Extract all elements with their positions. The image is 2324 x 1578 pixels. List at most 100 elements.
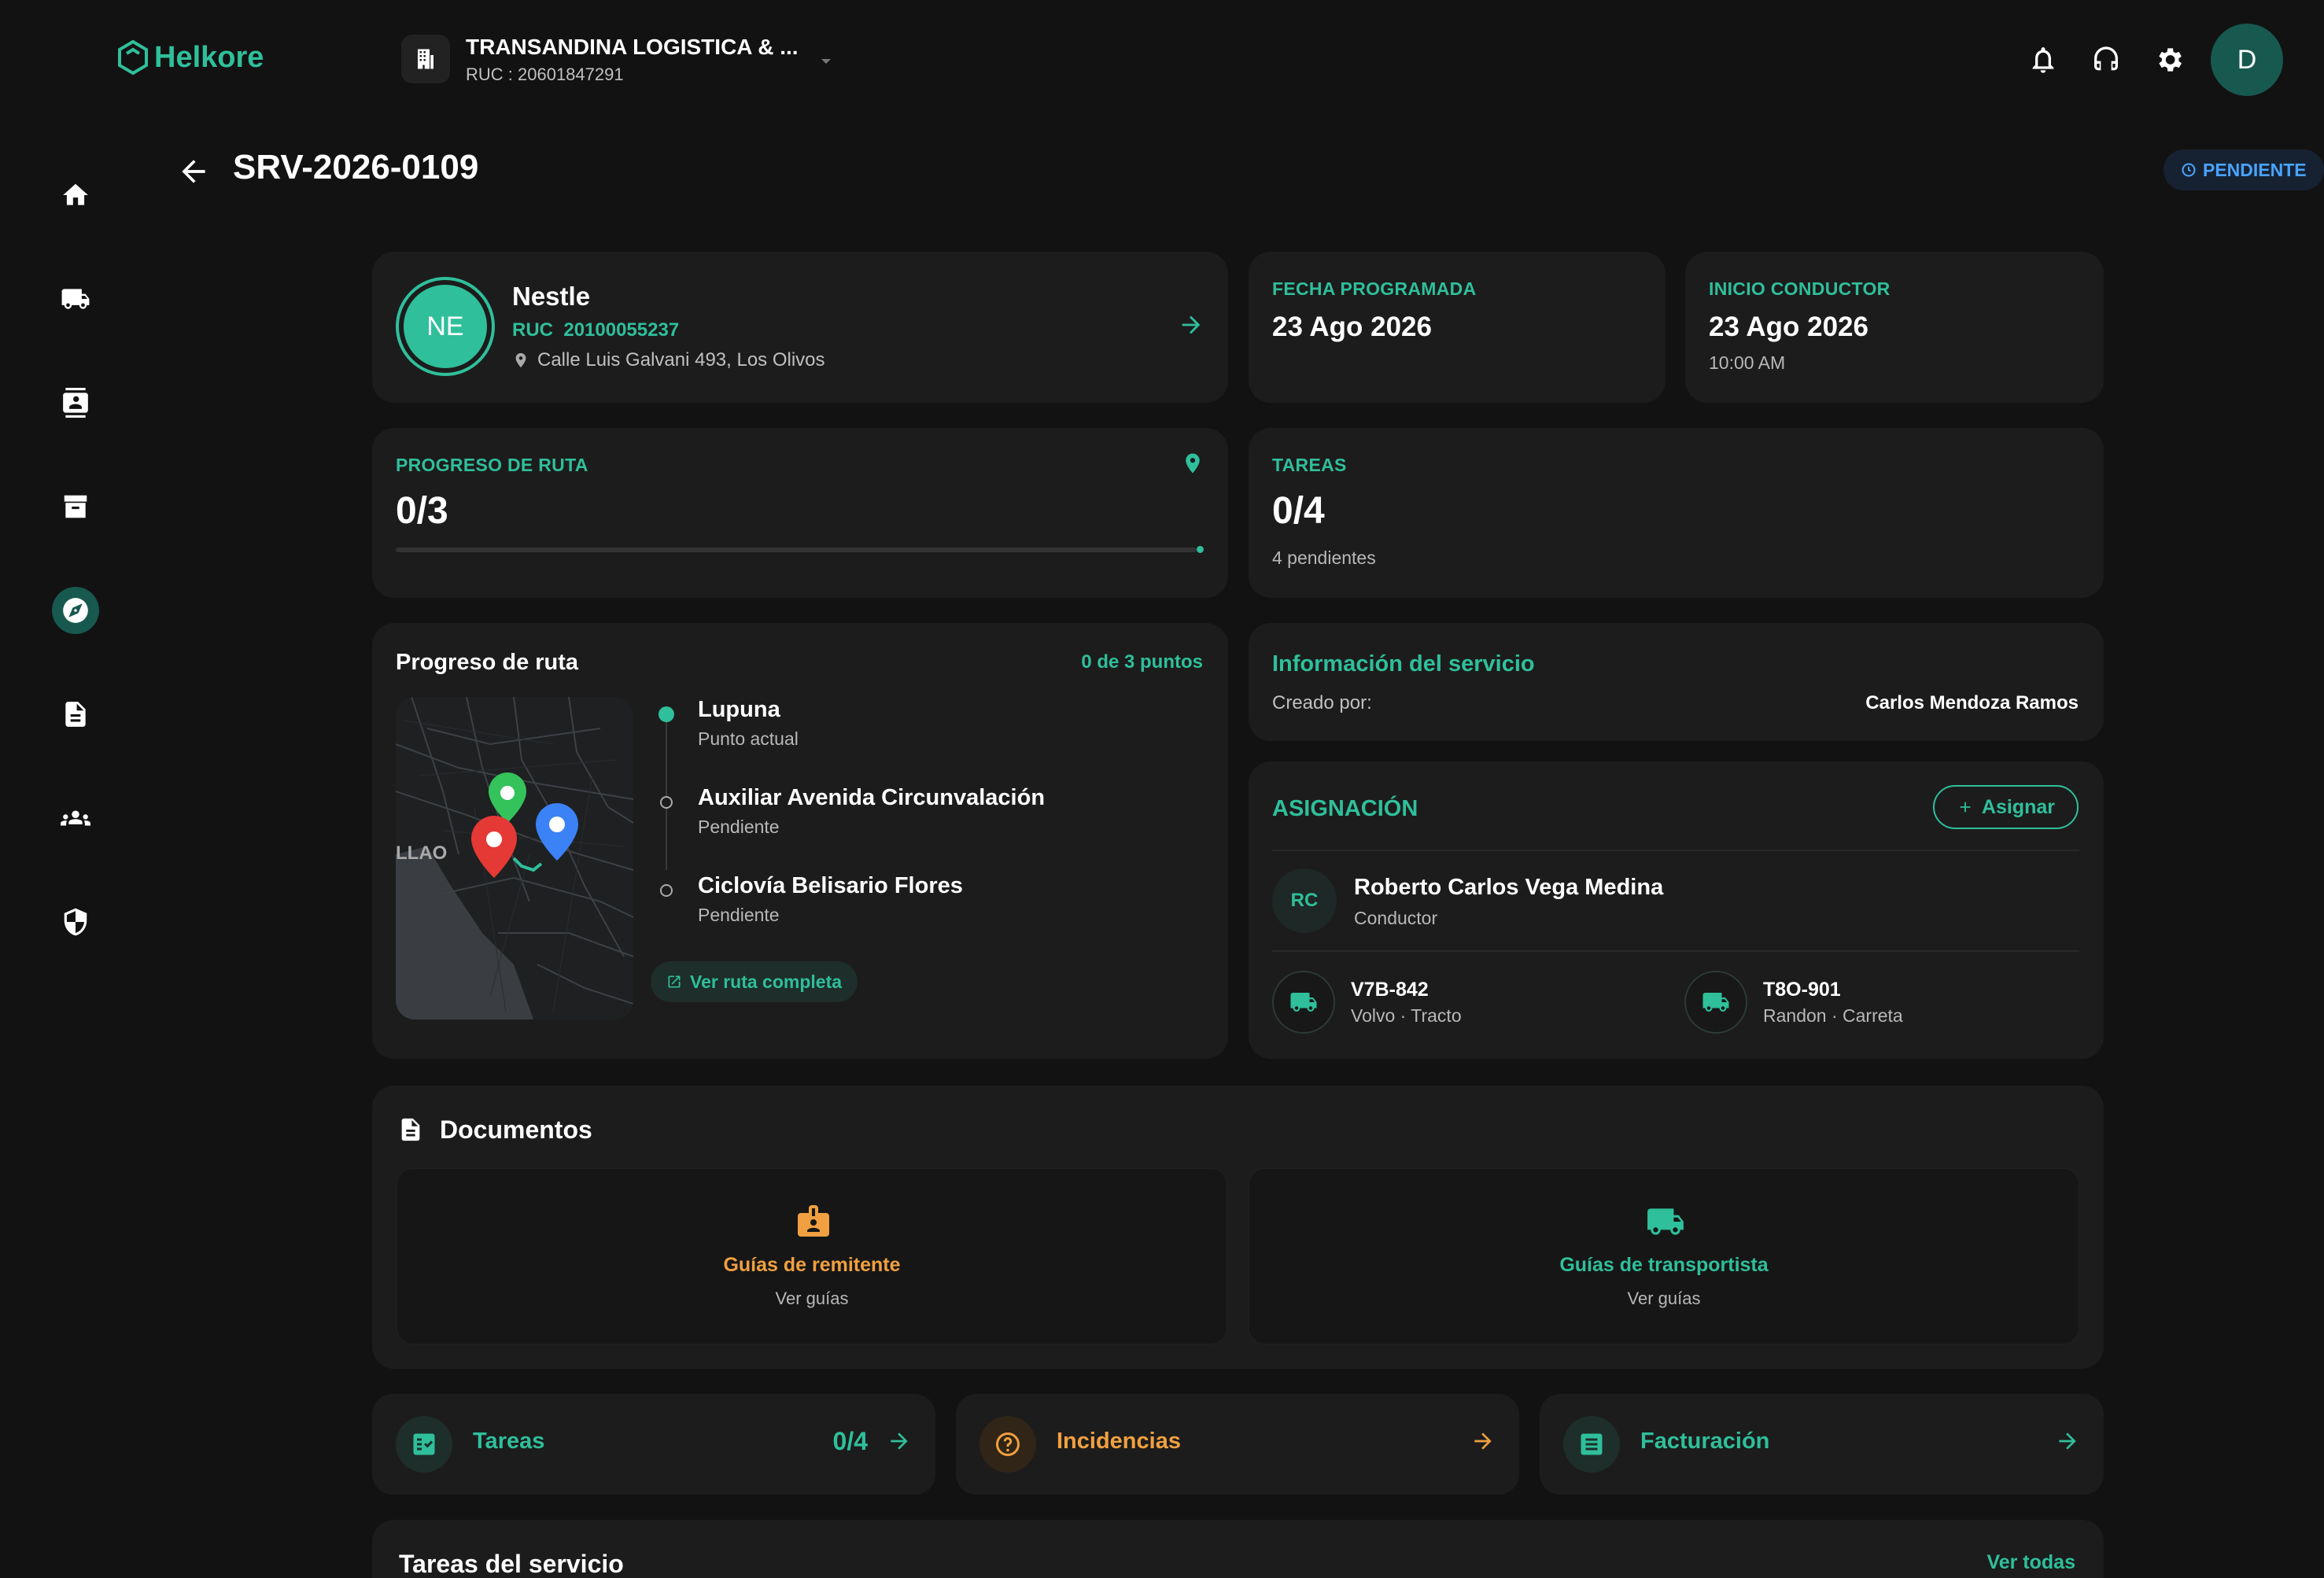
stop-name: Auxiliar Avenida Circunvalación: [698, 785, 1046, 810]
carrier-guides-card[interactable]: Guías de transportista Ver guías: [1248, 1167, 2080, 1345]
hexagon-logo-icon: [118, 39, 148, 76]
sender-guides-card[interactable]: Guías de remitente Ver guías: [396, 1167, 1228, 1345]
truck-icon: [61, 289, 90, 309]
view-full-route-button[interactable]: Ver ruta completa: [651, 961, 858, 1002]
company-name: TRANSANDINA LOGISTICA & ...: [466, 35, 799, 59]
quick-link-billing[interactable]: Facturación: [1540, 1394, 2104, 1495]
status-text: PENDIENTE: [2203, 159, 2307, 180]
scheduled-date-card: FECHA PROGRAMADA 23 Ago 2026: [1249, 252, 1666, 403]
stop-name: Lupuna: [698, 697, 780, 722]
documents-title: Documentos: [440, 1115, 592, 1144]
compass-icon: [63, 598, 88, 623]
tasks-summary-card: TAREAS 0/4 4 pendientes: [1249, 428, 2104, 598]
notifications-button[interactable]: [2027, 44, 2059, 79]
divider: [1272, 850, 2079, 851]
quick-link-tasks-label: Tareas: [473, 1429, 545, 1454]
receipt-icon: [1563, 1416, 1620, 1473]
driver-start-card: INICIO CONDUCTOR 23 Ago 2026 10:00 AM: [1685, 252, 2104, 403]
assign-button[interactable]: Asignar: [1932, 785, 2079, 829]
driver-avatar: RC: [1272, 868, 1337, 933]
settings-button[interactable]: [2153, 44, 2185, 79]
vehicle-desc: Randon · Carreta: [1763, 1005, 1903, 1026]
route-progress-bar: [396, 548, 1197, 552]
route-detail-card: Progreso de ruta 0 de 3 puntos LLAO Lupu…: [372, 623, 1228, 1059]
home-icon: [63, 183, 88, 205]
document-icon: [401, 1118, 420, 1141]
assignment-card: ASIGNACIÓN Asignar RC Roberto Carlos Veg…: [1249, 761, 2104, 1059]
quick-link-billing-label: Facturación: [1640, 1429, 1770, 1454]
company-selector[interactable]: TRANSANDINA LOGISTICA & ... RUC : 206018…: [401, 31, 842, 88]
map-pin-icon: [1186, 453, 1200, 474]
sidebar-item-services[interactable]: [52, 587, 99, 634]
service-info-title: Información del servicio: [1272, 651, 1535, 677]
stop-name: Ciclovía Belisario Flores: [698, 873, 963, 898]
gear-icon: [2159, 48, 2182, 72]
status-badge: PENDIENTE: [2164, 149, 2324, 190]
badge-icon: [798, 1205, 829, 1237]
sidebar-item-documents[interactable]: [52, 691, 99, 738]
company-ruc: RUC : 20601847291: [466, 65, 624, 84]
sidebar-item-fleet[interactable]: [52, 275, 99, 323]
stop-status: Pendiente: [698, 817, 780, 837]
tractor-truck-icon: [1272, 971, 1335, 1034]
route-map[interactable]: LLAO: [396, 697, 633, 1019]
route-progress-label: PROGRESO DE RUTA: [396, 455, 588, 475]
trailer-truck-icon: [1684, 971, 1747, 1034]
driver-role: Conductor: [1354, 908, 1438, 928]
quick-link-incidents-label: Incidencias: [1057, 1429, 1181, 1454]
sidebar-item-archive[interactable]: [52, 483, 99, 530]
client-ruc: 20100055237: [563, 319, 680, 341]
driver-start-label: INICIO CONDUCTOR: [1709, 278, 1891, 299]
map-label: LLAO: [396, 842, 447, 864]
client-avatar: NE: [396, 277, 495, 376]
tasks-value: 0/4: [1272, 490, 1325, 532]
scheduled-date: 23 Ago 2026: [1272, 312, 1432, 342]
carrier-guides-title: Guías de transportista: [1559, 1254, 1769, 1276]
sidebar-item-contacts[interactable]: [52, 379, 99, 426]
assignment-title: ASIGNACIÓN: [1272, 796, 1418, 821]
client-ruc-label: RUC: [512, 319, 553, 341]
external-link-icon: [668, 975, 681, 988]
route-title: Progreso de ruta: [396, 650, 579, 675]
arrow-right-icon: [2055, 1429, 2080, 1454]
sidebar-item-home[interactable]: [52, 171, 99, 219]
arrow-right-icon[interactable]: [1178, 312, 1204, 338]
vehicle-plate: V7B-842: [1351, 979, 1429, 1001]
quick-link-incidents[interactable]: Incidencias: [956, 1394, 1519, 1495]
brand-logo[interactable]: Helkore: [116, 39, 264, 76]
sender-guides-title: Guías de remitente: [723, 1254, 901, 1276]
truck-icon: [1647, 1208, 1684, 1235]
plus-icon: [1960, 802, 1971, 813]
quick-link-tasks[interactable]: Tareas 0/4: [372, 1394, 935, 1495]
vehicle-item[interactable]: T8O-901 Randon · Carreta: [1684, 971, 2078, 1037]
page-title: SRV-2026-0109: [233, 148, 479, 186]
scheduled-label: FECHA PROGRAMADA: [1272, 278, 1477, 299]
vehicle-item[interactable]: V7B-842 Volvo · Tracto: [1272, 971, 1666, 1037]
support-button[interactable]: [2090, 44, 2122, 79]
back-button[interactable]: [176, 154, 214, 192]
divider: [1272, 950, 2079, 952]
assign-button-label: Asignar: [1981, 795, 2055, 818]
view-all-link[interactable]: Ver todas: [1986, 1551, 2075, 1574]
stop-marker-pending: [660, 884, 673, 897]
help-circle-icon: [979, 1416, 1036, 1473]
client-card[interactable]: NE Nestle RUC 20100055237 Calle Luis Gal…: [372, 252, 1228, 403]
tasks-pending: 4 pendientes: [1272, 548, 1376, 568]
stop-item[interactable]: Lupuna Punto actual: [658, 697, 1162, 760]
tasks-label: TAREAS: [1272, 455, 1347, 475]
documents-card: Documentos Guías de remitente Ver guías …: [372, 1086, 2104, 1369]
user-avatar[interactable]: D: [2211, 24, 2283, 96]
driver-start-time: 10:00 AM: [1709, 352, 1786, 373]
sidebar-item-security[interactable]: [52, 898, 99, 946]
route-count: 0 de 3 puntos: [1081, 651, 1203, 673]
quick-link-tasks-value: 0/4: [832, 1427, 868, 1455]
stop-marker-current: [658, 706, 674, 722]
contacts-icon: [63, 388, 88, 418]
stop-item[interactable]: Auxiliar Avenida Circunvalación Pendient…: [658, 785, 1162, 848]
sidebar-item-users[interactable]: [52, 795, 99, 842]
carrier-guides-subtitle: Ver guías: [1627, 1289, 1701, 1308]
driver-initials: RC: [1290, 890, 1319, 911]
client-address: Calle Luis Galvani 493, Los Olivos: [537, 349, 825, 371]
stop-item[interactable]: Ciclovía Belisario Flores Pendiente: [658, 873, 1162, 936]
service-tasks-card: Tareas del servicio Ver todas: [372, 1520, 2104, 1578]
